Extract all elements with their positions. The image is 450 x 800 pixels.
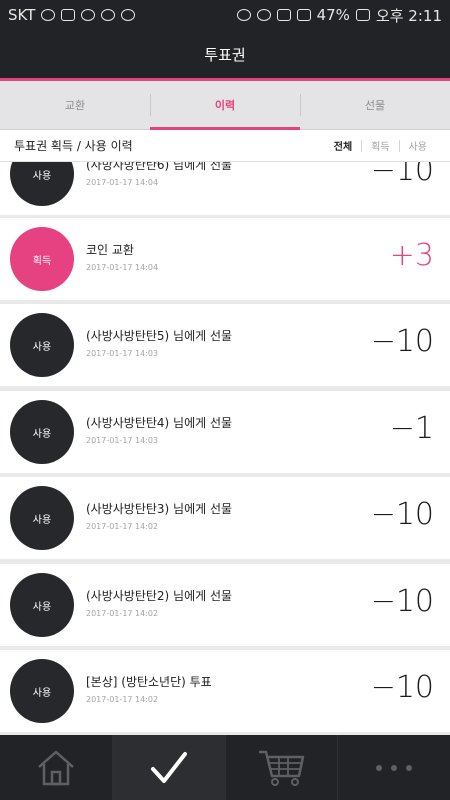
twitter-icon <box>101 9 116 21</box>
filter-options: 전체 획득 사용 <box>325 138 436 153</box>
item-amount: −10 <box>370 497 434 532</box>
use-badge: 사용 <box>10 659 74 723</box>
item-amount: −1 <box>389 411 434 446</box>
tab-history[interactable]: 이력 <box>150 81 300 130</box>
item-title: (사방사방탄탄3) 님에게 선물 <box>86 502 233 516</box>
item-date: 2017-01-17 14:04 <box>86 263 159 272</box>
filter-earned[interactable]: 획득 <box>362 138 398 153</box>
use-badge: 사용 <box>10 573 74 637</box>
use-badge: 사용 <box>10 313 74 377</box>
filter-all[interactable]: 전체 <box>325 138 361 153</box>
use-badge: 사용 <box>10 162 74 206</box>
nav-cart-button[interactable] <box>226 735 339 800</box>
gallery-icon <box>61 9 76 21</box>
history-list[interactable]: 사용 (사방사방탄탄6) 님에게 선물 2017-01-17 14:04 −10… <box>0 162 450 735</box>
filter-used[interactable]: 사용 <box>400 138 436 153</box>
item-date: 2017-01-17 14:03 <box>86 436 159 445</box>
list-item[interactable]: 사용 (사방사방탄탄3) 님에게 선물 2017-01-17 14:02 −10 <box>0 477 450 559</box>
nav-check-button[interactable] <box>112 735 226 800</box>
header: 투표권 <box>0 30 450 81</box>
status-right: 47% 오후 2:11 <box>236 5 442 26</box>
item-title: (사방사방탄탄6) 님에게 선물 <box>86 162 233 172</box>
item-amount: −10 <box>370 324 434 359</box>
list-item[interactable]: 획득 코인 교환 2017-01-17 14:04 +3 <box>0 218 450 300</box>
tab-exchange[interactable]: 교환 <box>0 81 150 129</box>
item-date: 2017-01-17 14:02 <box>86 522 159 531</box>
item-amount: +3 <box>389 238 434 273</box>
tab-label: 교환 <box>64 99 86 112</box>
alarm-icon <box>256 9 271 21</box>
clock: 오후 2:11 <box>375 6 442 25</box>
more-icon <box>376 764 413 771</box>
status-left: SKT <box>8 6 136 24</box>
nav-more-button[interactable] <box>338 735 450 800</box>
earn-badge: 획득 <box>10 227 74 291</box>
item-title: (사방사방탄탄4) 님에게 선물 <box>86 416 233 430</box>
use-badge: 사용 <box>10 400 74 464</box>
item-title: 코인 교환 <box>86 243 134 257</box>
tab-label: 선물 <box>364 99 386 112</box>
item-amount: −10 <box>370 584 434 619</box>
wifi-icon <box>276 9 291 21</box>
signal-icon <box>296 9 311 21</box>
cart-icon <box>259 750 305 786</box>
tab-gift[interactable]: 선물 <box>300 81 450 129</box>
item-date: 2017-01-17 14:03 <box>86 349 159 358</box>
section-heading: 투표권 획득 / 사용 이력 <box>14 139 133 153</box>
tab-label: 이력 <box>214 99 236 112</box>
talk-icon <box>81 9 96 21</box>
battery-icon <box>355 9 370 21</box>
battery-percent: 47% <box>316 6 350 24</box>
item-amount: −10 <box>370 670 434 705</box>
page-title: 투표권 <box>204 45 246 64</box>
item-date: 2017-01-17 14:02 <box>86 609 159 618</box>
chrome-icon <box>121 9 136 21</box>
list-item[interactable]: 사용 (사방사방탄탄6) 님에게 선물 2017-01-17 14:04 −10 <box>0 162 450 215</box>
item-date: 2017-01-17 14:04 <box>86 178 159 187</box>
item-title: [본상] (방탄소년단) 투표 <box>86 675 212 689</box>
item-title: (사방사방탄탄2) 님에게 선물 <box>86 589 233 603</box>
list-item[interactable]: 사용 (사방사방탄탄5) 님에게 선물 2017-01-17 14:03 −10 <box>0 304 450 386</box>
carrier-label: SKT <box>8 6 36 24</box>
list-item[interactable]: 사용 (사방사방탄탄2) 님에게 선물 2017-01-17 14:02 −10 <box>0 564 450 646</box>
tab-bar: 교환 이력 선물 <box>0 81 450 130</box>
nav-home-button[interactable] <box>0 735 113 800</box>
item-amount: −10 <box>370 162 434 188</box>
item-title: (사방사방탄탄5) 님에게 선물 <box>86 329 233 343</box>
cloud-icon <box>41 9 56 21</box>
mute-icon <box>236 9 251 21</box>
bottom-nav <box>0 735 450 800</box>
list-item[interactable]: 사용 [본상] (방탄소년단) 투표 2017-01-17 14:02 −10 <box>0 650 450 732</box>
status-bar: SKT 47% 오후 2:11 <box>0 0 450 30</box>
item-date: 2017-01-17 14:02 <box>86 695 159 704</box>
filter-bar: 투표권 획득 / 사용 이력 전체 획득 사용 <box>0 130 450 162</box>
home-icon <box>38 749 74 785</box>
list-item[interactable]: 사용 (사방사방탄탄4) 님에게 선물 2017-01-17 14:03 −1 <box>0 391 450 473</box>
use-badge: 사용 <box>10 486 74 550</box>
check-icon <box>150 751 187 783</box>
